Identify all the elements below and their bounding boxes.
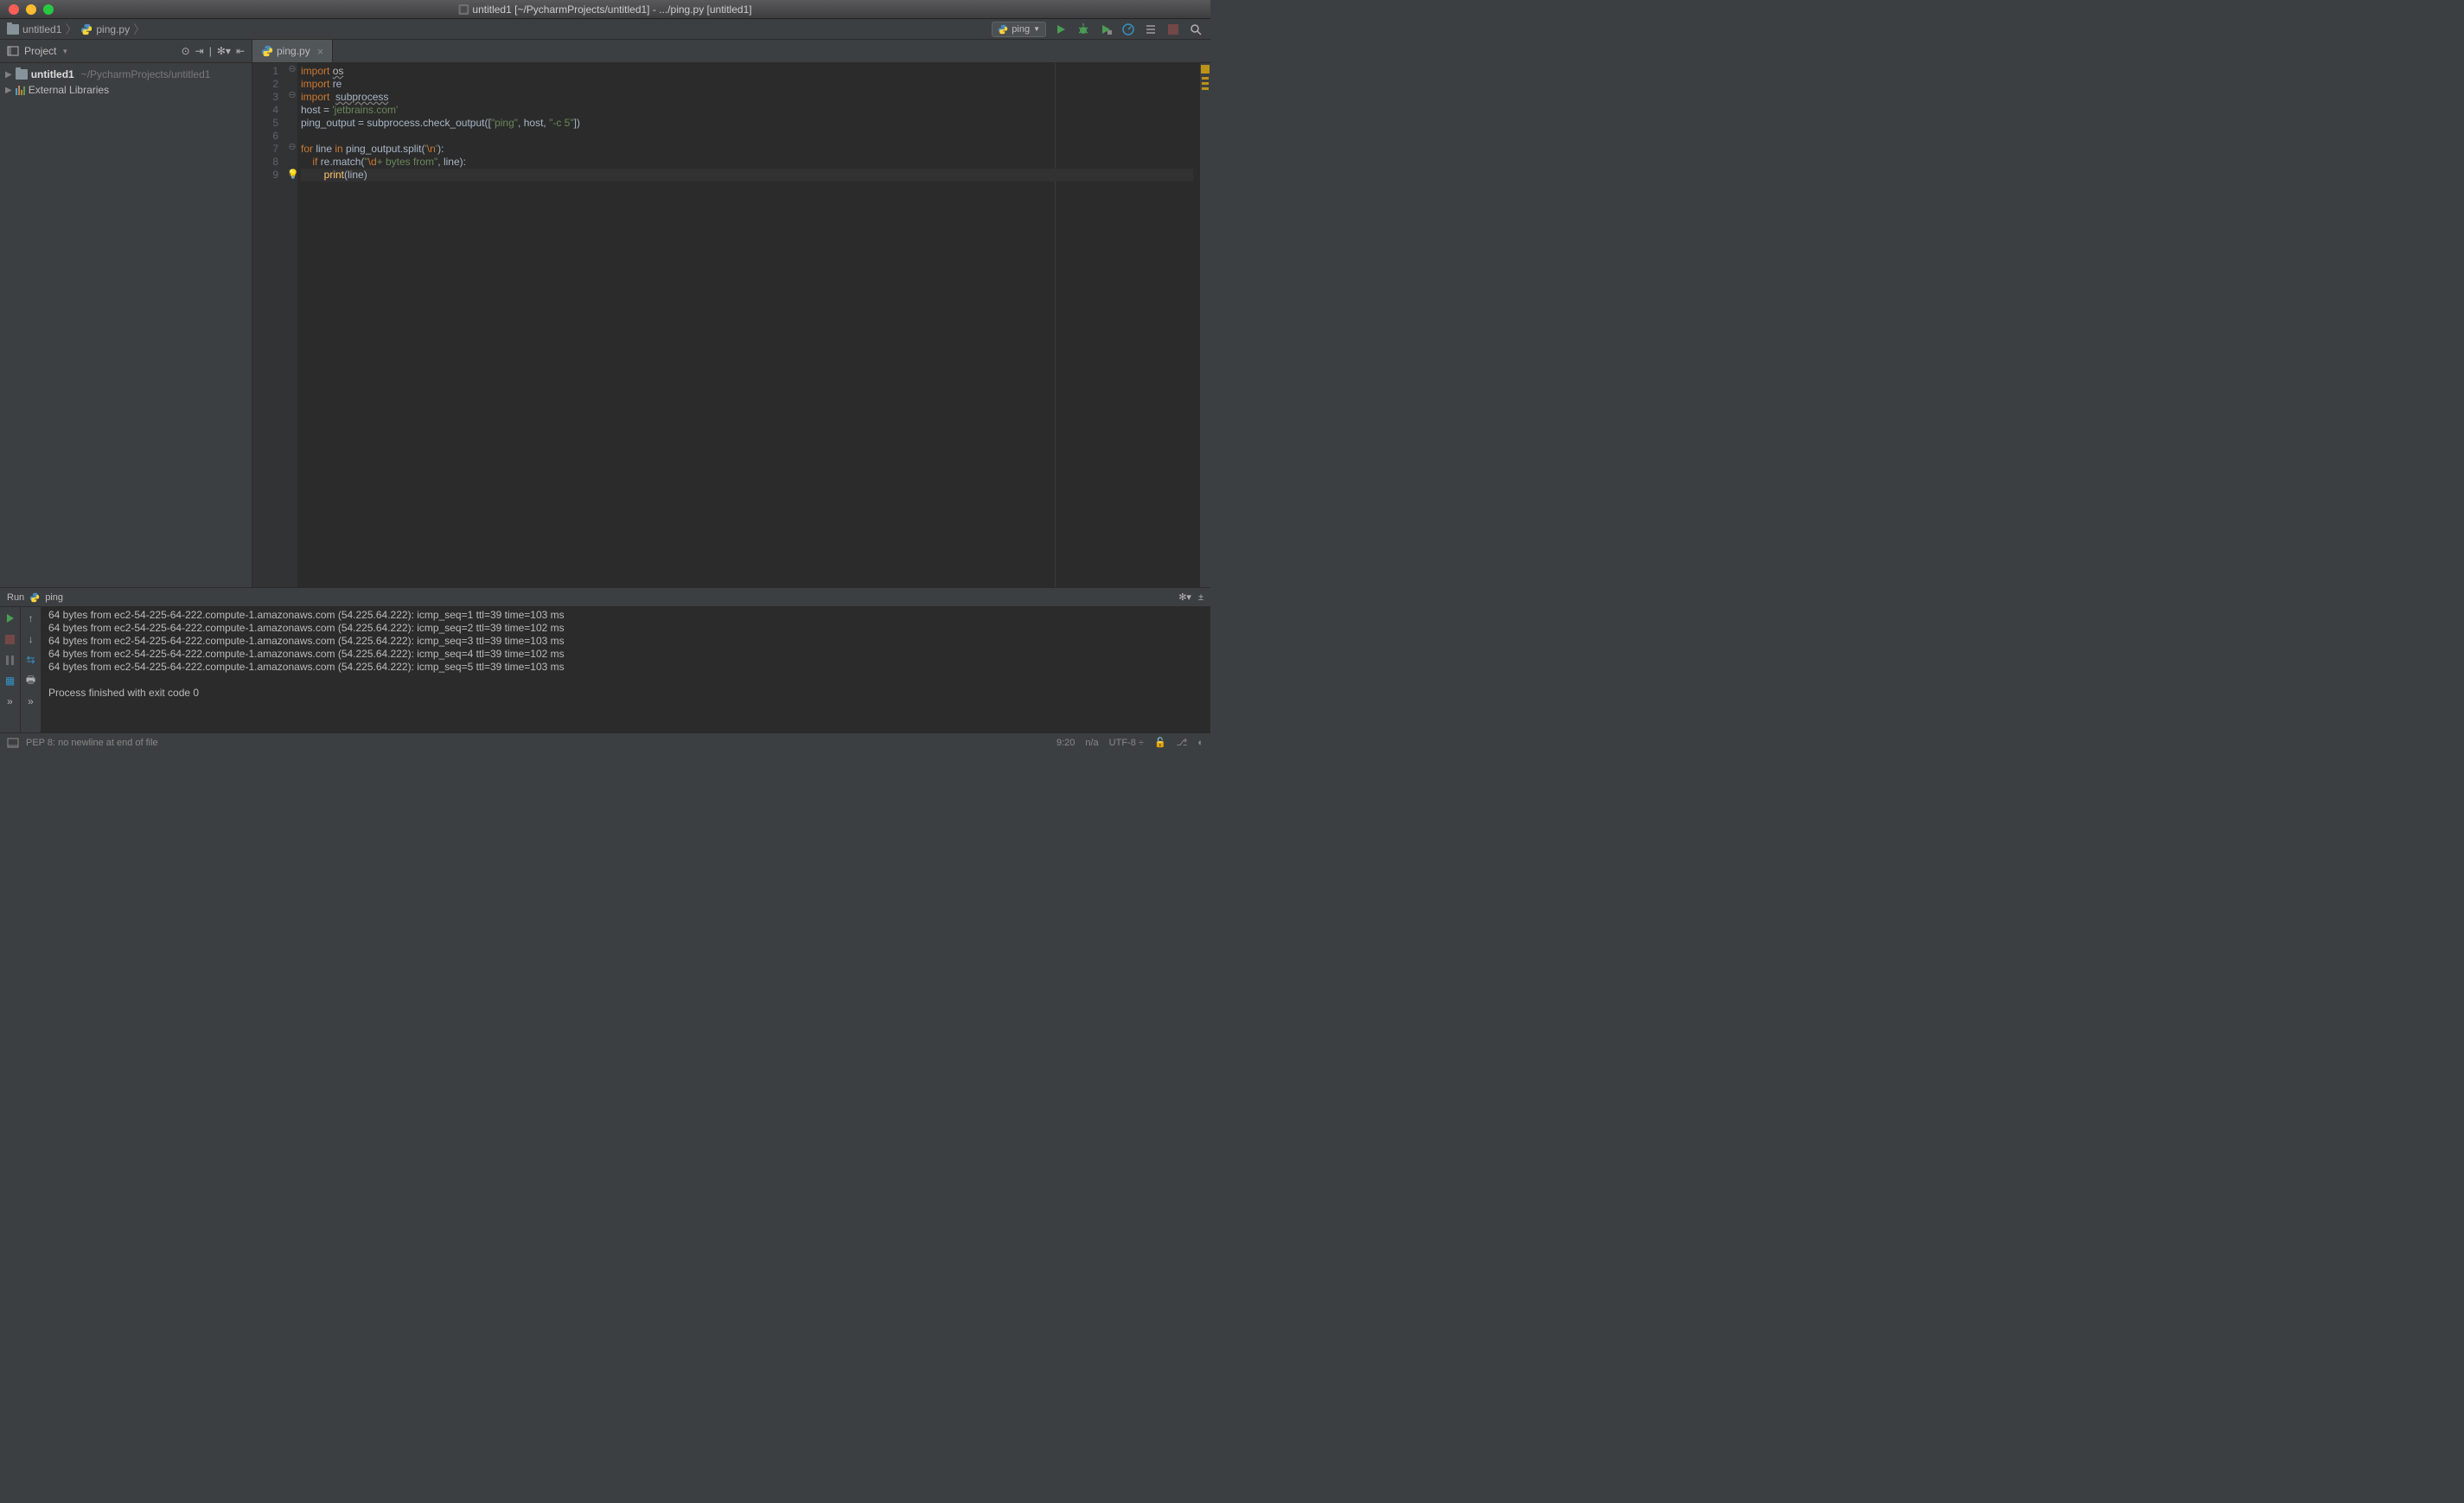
- toolbar: ping ▼: [992, 22, 1203, 37]
- line-gutter[interactable]: 123456789: [252, 63, 287, 587]
- print-button[interactable]: 🖶: [23, 673, 39, 688]
- folder-icon: [16, 69, 28, 80]
- warning-marker[interactable]: [1202, 87, 1209, 90]
- project-tree[interactable]: ▶ untitled1 ~/PycharmProjects/untitled1 …: [0, 63, 252, 101]
- expand-arrow-icon[interactable]: ▶: [5, 86, 12, 95]
- run-body: ▦ » ↑ ↓ ⇆ 🖶 » 64 bytes from ec2-54-225-6…: [0, 607, 1210, 732]
- run-controls-right: ↑ ↓ ⇆ 🖶 »: [21, 607, 41, 732]
- editor-tabs: ping.py ×: [252, 40, 1210, 63]
- rerun-button[interactable]: [3, 611, 18, 626]
- stop-button: [1165, 22, 1181, 37]
- zoom-window-icon[interactable]: [43, 4, 54, 15]
- run-config-name: ping: [45, 592, 63, 603]
- tree-path: ~/PycharmProjects/untitled1: [81, 68, 211, 80]
- run-config-selector[interactable]: ping ▼: [992, 22, 1046, 37]
- chevron-right-icon: 〉: [133, 21, 145, 38]
- navigation-bar: untitled1 〉 ping.py 〉 ping ▼: [0, 19, 1210, 40]
- git-icon[interactable]: ⎇: [1177, 737, 1188, 748]
- project-sidebar: Project ▼ ⊙ ⇥ | ✻▾ ⇤ ▶ untitled1 ~/Pycha…: [0, 40, 252, 587]
- python-icon: [29, 592, 40, 603]
- project-icon: [458, 4, 469, 15]
- lock-icon[interactable]: 🔓: [1154, 737, 1166, 748]
- chevron-down-icon: ▼: [1033, 25, 1040, 33]
- pause-button: [3, 652, 18, 668]
- run-header: Run ping ✻▾ ±: [0, 588, 1210, 607]
- editor: ping.py × 123456789 ⊖⊖⊖⊟ import osimport…: [252, 40, 1210, 587]
- status-message: PEP 8: no newline at end of file: [26, 738, 158, 748]
- encoding-selector[interactable]: UTF-8 ÷: [1109, 738, 1144, 748]
- tree-node-project[interactable]: ▶ untitled1 ~/PycharmProjects/untitled1: [0, 67, 252, 82]
- up-button[interactable]: ↑: [23, 611, 39, 626]
- sidebar-title: Project: [24, 45, 56, 57]
- tree-label: External Libraries: [29, 84, 109, 96]
- warning-indicator-icon[interactable]: [1201, 65, 1210, 74]
- tab-label: ping.py: [277, 45, 310, 57]
- chevron-right-icon: 〉: [65, 21, 77, 38]
- settings-icon[interactable]: ✻▾: [217, 45, 231, 57]
- breadcrumb-project[interactable]: untitled1: [22, 23, 61, 35]
- chevron-down-icon[interactable]: ▼: [61, 48, 68, 55]
- more-button[interactable]: »: [3, 694, 18, 709]
- python-file-icon: [80, 23, 93, 35]
- window-title: untitled1 [~/PycharmProjects/untitled1] …: [458, 3, 751, 16]
- traffic-lights: [0, 4, 54, 15]
- wrap-button[interactable]: ⇆: [23, 652, 39, 668]
- tree-label: untitled1: [31, 68, 74, 80]
- cursor-position[interactable]: 9:20: [1056, 738, 1075, 748]
- error-stripe[interactable]: [1200, 63, 1210, 587]
- stop-button: [3, 631, 18, 647]
- editor-tab[interactable]: ping.py ×: [252, 40, 333, 62]
- warning-marker[interactable]: [1202, 77, 1209, 80]
- library-icon: [16, 85, 25, 95]
- search-everywhere-button[interactable]: [1188, 22, 1203, 37]
- minimize-icon[interactable]: ±: [1198, 592, 1203, 603]
- expand-arrow-icon[interactable]: ▶: [5, 70, 12, 80]
- tool-windows-icon[interactable]: [7, 737, 19, 749]
- close-window-icon[interactable]: [9, 4, 19, 15]
- status-bar: PEP 8: no newline at end of file 9:20 n/…: [0, 732, 1210, 752]
- run-title: Run: [7, 592, 24, 603]
- project-view-icon: [7, 45, 19, 57]
- attach-button[interactable]: [1143, 22, 1159, 37]
- main-area: Project ▼ ⊙ ⇥ | ✻▾ ⇤ ▶ untitled1 ~/Pycha…: [0, 40, 1210, 587]
- more-button[interactable]: »: [23, 694, 39, 709]
- tree-node-libraries[interactable]: ▶ External Libraries: [0, 82, 252, 98]
- debug-button[interactable]: [1076, 22, 1091, 37]
- divider-icon: |: [209, 45, 212, 57]
- hector-icon[interactable]: ◐: [1197, 738, 1203, 748]
- profile-button[interactable]: [1120, 22, 1136, 37]
- folder-icon: [7, 24, 19, 35]
- run-controls-left: ▦ »: [0, 607, 21, 732]
- editor-body[interactable]: 123456789 ⊖⊖⊖⊟ import osimport reimport …: [252, 63, 1210, 587]
- settings-icon[interactable]: ✻▾: [1178, 592, 1191, 603]
- close-tab-icon[interactable]: ×: [317, 45, 324, 58]
- right-margin-line: [1055, 63, 1056, 587]
- warning-marker[interactable]: [1202, 82, 1209, 85]
- insert-mode[interactable]: n/a: [1085, 738, 1098, 748]
- code-area[interactable]: import osimport reimport subprocesshost …: [297, 63, 1200, 587]
- python-icon: [998, 24, 1008, 35]
- dump-button[interactable]: ▦: [3, 673, 18, 688]
- breadcrumb: untitled1 〉 ping.py 〉: [7, 21, 145, 38]
- down-button[interactable]: ↓: [23, 631, 39, 647]
- fold-column[interactable]: ⊖⊖⊖⊟: [287, 63, 297, 587]
- breadcrumb-file[interactable]: ping.py: [96, 23, 130, 35]
- title-bar: untitled1 [~/PycharmProjects/untitled1] …: [0, 0, 1210, 19]
- run-button[interactable]: [1053, 22, 1069, 37]
- run-tool-window: Run ping ✻▾ ± ▦ » ↑ ↓ ⇆ 🖶 » 64 bytes fro…: [0, 587, 1210, 732]
- expand-icon[interactable]: ⇥: [195, 45, 204, 57]
- sidebar-header: Project ▼ ⊙ ⇥ | ✻▾ ⇤: [0, 40, 252, 63]
- hide-icon[interactable]: ⇤: [236, 45, 245, 57]
- minimize-window-icon[interactable]: [26, 4, 36, 15]
- python-file-icon: [261, 45, 273, 57]
- coverage-button[interactable]: [1098, 22, 1114, 37]
- run-output[interactable]: 64 bytes from ec2-54-225-64-222.compute-…: [41, 607, 1210, 732]
- collapse-all-icon[interactable]: ⊙: [182, 45, 190, 57]
